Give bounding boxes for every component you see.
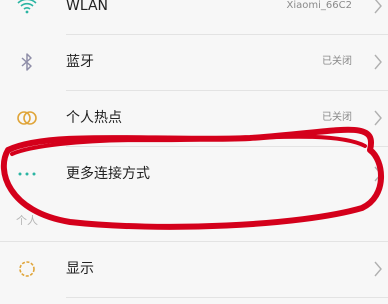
settings-row-bluetooth[interactable]: 蓝牙 已关闭 <box>0 34 388 90</box>
settings-row-display[interactable]: 显示 <box>0 241 388 297</box>
hotspot-icon <box>16 107 38 129</box>
chevron-right-icon <box>372 260 384 278</box>
display-icon <box>16 258 38 280</box>
hotspot-label: 个人热点 <box>66 110 122 126</box>
settings-row-more-connections[interactable]: 更多连接方式 <box>0 146 388 202</box>
chevron-right-icon <box>372 165 384 183</box>
wifi-icon <box>16 0 38 17</box>
chevron-right-icon <box>372 53 384 71</box>
chevron-right-icon <box>372 109 384 127</box>
more-connections-label: 更多连接方式 <box>66 166 150 182</box>
wlan-label: WLAN <box>66 0 109 14</box>
wlan-network-value: Xiaomi_66C2 <box>286 0 352 11</box>
bluetooth-label: 蓝牙 <box>66 54 94 70</box>
bluetooth-icon <box>16 51 38 73</box>
settings-row-hotspot[interactable]: 个人热点 已关闭 <box>0 90 388 146</box>
divider <box>66 297 388 298</box>
section-header-personal: 个人 <box>16 214 38 227</box>
more-dots-icon <box>16 163 38 185</box>
display-label: 显示 <box>66 261 94 277</box>
hotspot-status-value: 已关闭 <box>322 112 352 123</box>
chevron-right-icon <box>372 0 384 15</box>
settings-row-wlan[interactable]: WLAN Xiaomi_66C2 <box>0 0 388 34</box>
bluetooth-status-value: 已关闭 <box>322 56 352 67</box>
